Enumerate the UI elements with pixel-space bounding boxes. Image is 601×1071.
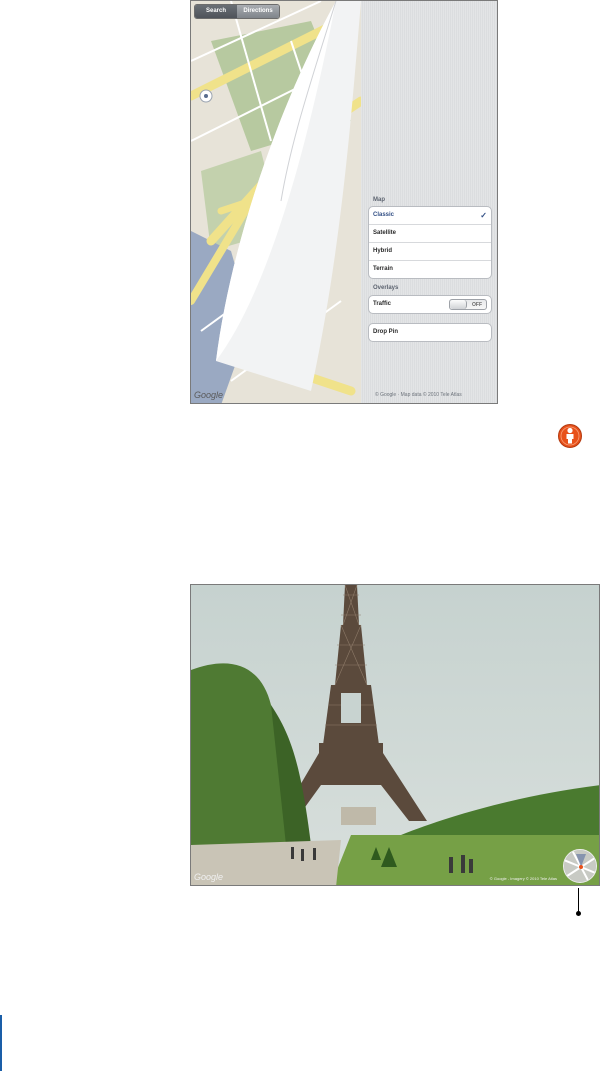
overlays-section-label: Overlays: [373, 285, 399, 291]
option-label: Satellite: [373, 230, 397, 236]
traffic-row: Traffic OFF: [369, 296, 491, 313]
street-view[interactable]: Google © Google - Imagery © 2010 Tele At…: [190, 584, 600, 886]
pegman-icon[interactable]: [557, 423, 583, 449]
map-option-satellite[interactable]: Satellite: [369, 225, 491, 243]
overlays-group: Traffic OFF: [368, 295, 492, 314]
option-label: Hybrid: [373, 248, 393, 254]
option-label: Classic: [373, 212, 395, 218]
street-view-photo: [191, 585, 599, 885]
callout-line: [578, 888, 579, 912]
drop-pin-button[interactable]: Drop Pin: [369, 324, 491, 341]
drop-pin-label: Drop Pin: [373, 329, 398, 335]
option-label: Terrain: [373, 266, 393, 272]
toggle-knob: [450, 300, 467, 309]
page-margin-bar: [0, 1015, 2, 1071]
map-section-label: Map: [373, 197, 385, 203]
callout-dot: [576, 911, 581, 916]
traffic-label: Traffic: [373, 301, 392, 307]
toggle-state: OFF: [472, 302, 482, 308]
map-type-group: Classic ✓ Satellite Hybrid Terrain: [368, 206, 492, 279]
map-options-panel: Map Classic ✓ Satellite Hybrid Terrain O…: [361, 1, 497, 403]
google-logo: Google: [194, 872, 224, 882]
google-logo: Google: [194, 390, 224, 400]
map-option-hybrid[interactable]: Hybrid: [369, 243, 491, 261]
tab-directions[interactable]: Directions: [237, 5, 279, 18]
checkmark-icon: ✓: [480, 211, 487, 220]
tab-search[interactable]: Search: [195, 5, 237, 18]
traffic-toggle[interactable]: OFF: [449, 299, 487, 310]
drop-pin-group: Drop Pin: [368, 323, 492, 342]
search-directions-segmented-control[interactable]: Search Directions: [194, 4, 280, 19]
inset-map-button[interactable]: [563, 849, 597, 883]
street-copyright: © Google - Imagery © 2010 Tele Atlas: [489, 876, 557, 881]
map-option-classic[interactable]: Classic ✓: [369, 207, 491, 225]
map-copyright: © Google · Map data © 2010 Tele Atlas: [375, 392, 462, 398]
map-option-terrain[interactable]: Terrain: [369, 261, 491, 278]
maps-screenshot: Search Directions Google Map Classic ✓ S…: [190, 0, 498, 404]
